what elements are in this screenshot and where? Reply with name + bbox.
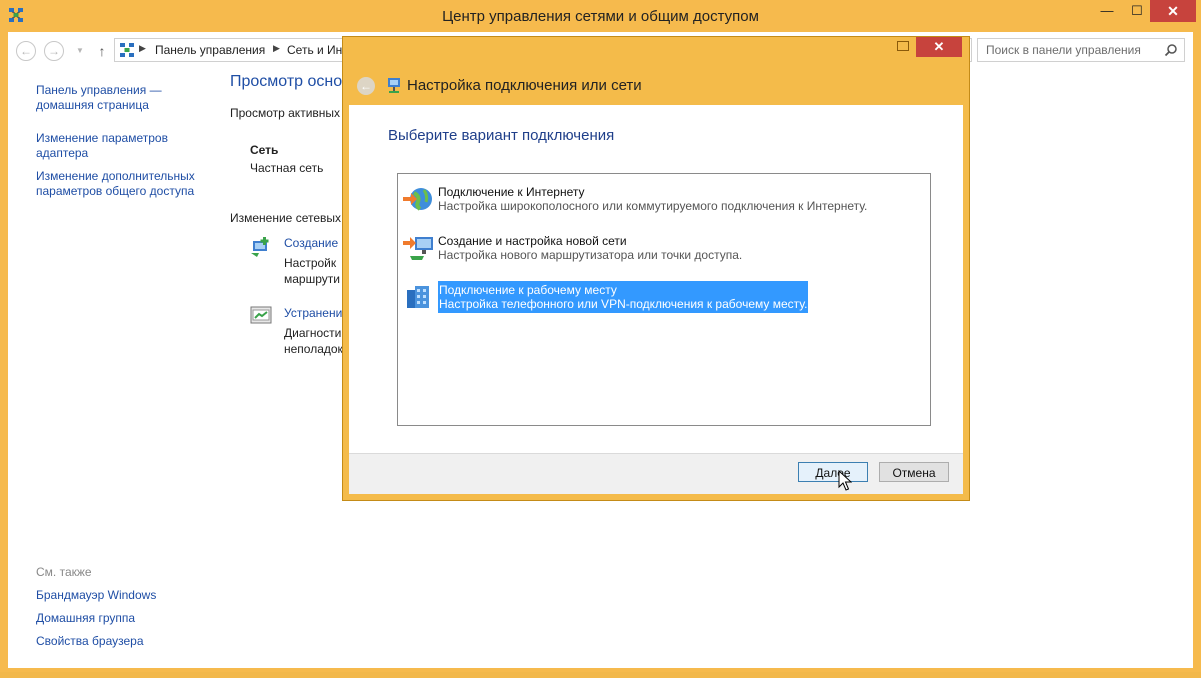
cancel-button[interactable]: Отмена bbox=[879, 462, 949, 482]
setup-connection-dialog: ✕ ← Настройка подключения или сети Выбер… bbox=[342, 36, 970, 501]
sidebar-item-adapter-settings[interactable]: Изменение параметров адаптера bbox=[36, 131, 216, 161]
dialog-title: Настройка подключения или сети bbox=[407, 77, 642, 94]
troubleshoot-icon bbox=[250, 306, 272, 324]
search-icon[interactable] bbox=[1164, 43, 1178, 57]
globe-arrow-icon bbox=[403, 188, 432, 211]
dialog-footer: Далее Отмена bbox=[349, 453, 963, 494]
recent-locations-button[interactable]: ▼ bbox=[70, 41, 90, 61]
breadcrumb-separator[interactable]: ▶ bbox=[273, 43, 280, 54]
breadcrumb-control-panel[interactable]: Панель управления bbox=[155, 43, 265, 57]
back-button[interactable]: ← bbox=[16, 41, 36, 61]
troubleshoot-desc-2: неполадок bbox=[284, 342, 343, 356]
option-new-network[interactable]: Создание и настройка новой сети Настройк… bbox=[398, 229, 928, 275]
forward-button[interactable]: → bbox=[44, 41, 64, 61]
option-description: Настройка телефонного или VPN-подключени… bbox=[439, 297, 808, 311]
active-networks-label: Просмотр активных bbox=[230, 106, 341, 120]
change-settings-label: Изменение сетевых bbox=[230, 211, 341, 225]
window-title: Центр управления сетями и общим доступом bbox=[442, 8, 759, 25]
option-title: Подключение к рабочему месту bbox=[439, 283, 617, 297]
breadcrumb-separator[interactable]: ▶ bbox=[139, 43, 146, 54]
network-setup-icon bbox=[388, 78, 400, 93]
dialog-maximize-button[interactable] bbox=[897, 41, 909, 51]
minimize-button[interactable]: — bbox=[1090, 0, 1124, 22]
setup-connection-desc: Настройк bbox=[284, 256, 337, 270]
search-box[interactable] bbox=[977, 38, 1185, 62]
option-workplace-connection[interactable]: Подключение к рабочему месту Настройка т… bbox=[398, 278, 928, 324]
see-also-homegroup-link[interactable]: Домашняя группа bbox=[36, 611, 135, 625]
see-also-firewall-link[interactable]: Брандмауэр Windows bbox=[36, 588, 156, 602]
title-bar[interactable]: Центр управления сетями и общим доступом… bbox=[0, 0, 1201, 32]
dialog-back-button[interactable]: ← bbox=[357, 77, 375, 95]
mouse-cursor-icon bbox=[838, 470, 852, 491]
page-title: Просмотр основ bbox=[230, 73, 351, 90]
dialog-heading: Выберите вариант подключения bbox=[388, 127, 615, 144]
setup-connection-link[interactable]: Создание и bbox=[284, 236, 348, 250]
sidebar-item-sharing-settings[interactable]: Изменение дополнительных параметров обще… bbox=[36, 169, 216, 199]
troubleshoot-desc: Диагности bbox=[284, 326, 342, 340]
see-also-label: См. также bbox=[36, 565, 92, 579]
workplace-icon bbox=[407, 286, 429, 308]
setup-connection-desc-2: маршрути bbox=[284, 272, 340, 286]
control-panel-icon bbox=[120, 43, 134, 57]
network-name: Сеть bbox=[250, 143, 279, 157]
troubleshoot-link[interactable]: Устранени bbox=[284, 306, 342, 320]
see-also-browser-properties-link[interactable]: Свойства браузера bbox=[36, 634, 144, 648]
search-input[interactable] bbox=[978, 39, 1162, 61]
close-button[interactable]: ✕ bbox=[1150, 0, 1196, 22]
sidebar-item-home[interactable]: Панель управления — домашняя страница bbox=[36, 83, 216, 113]
maximize-button[interactable]: ☐ bbox=[1124, 0, 1150, 22]
breadcrumb-network[interactable]: Сеть и Ин bbox=[287, 43, 342, 57]
connection-options-list: Подключение к Интернету Настройка широко… bbox=[397, 173, 931, 426]
router-arrow-icon bbox=[403, 237, 433, 260]
option-description: Настройка нового маршрутизатора или точк… bbox=[438, 248, 743, 262]
option-title: Создание и настройка новой сети bbox=[438, 234, 627, 248]
up-button[interactable]: ↑ bbox=[92, 41, 112, 61]
dialog-body: Выберите вариант подключения Подключение… bbox=[349, 105, 963, 453]
dialog-header: ← Настройка подключения или сети bbox=[349, 67, 963, 105]
option-description: Настройка широкополосного или коммутируе… bbox=[438, 199, 868, 213]
next-button[interactable]: Далее bbox=[798, 462, 868, 482]
dialog-close-button[interactable]: ✕ bbox=[916, 37, 962, 57]
network-type: Частная сеть bbox=[250, 161, 324, 175]
option-internet-connection[interactable]: Подключение к Интернету Настройка широко… bbox=[398, 180, 928, 226]
option-title: Подключение к Интернету bbox=[438, 185, 585, 199]
new-connection-icon bbox=[251, 237, 269, 257]
